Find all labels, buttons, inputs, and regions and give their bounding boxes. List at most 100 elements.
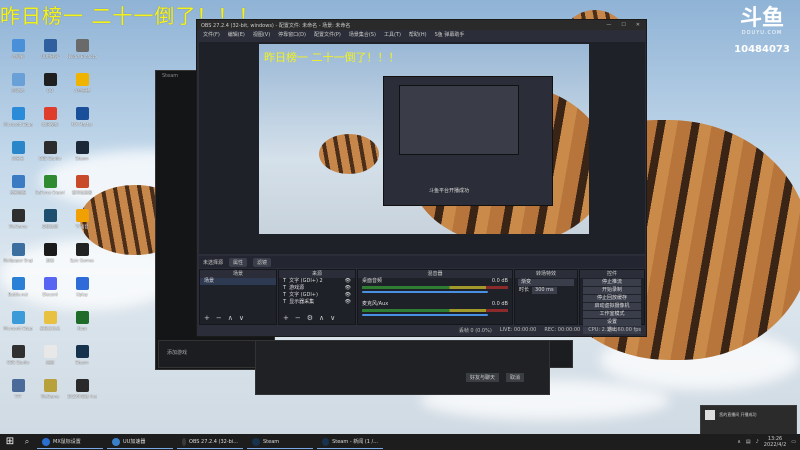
add-game-link[interactable]: 添加游戏 bbox=[167, 349, 187, 356]
desktop-icon[interactable]: Wallpaper Engine bbox=[2, 240, 34, 274]
source-item[interactable]: T 文字 (GDI+) 2 👁 bbox=[279, 278, 355, 285]
desktop-icon[interactable]: 新建文件夹 bbox=[34, 308, 66, 342]
scene-item[interactable]: 场景 bbox=[200, 278, 276, 285]
gear-icon[interactable]: ⚙ bbox=[307, 314, 313, 322]
network-icon[interactable]: ▤ bbox=[746, 439, 751, 445]
desktop-icon-label: Xbox bbox=[77, 326, 87, 331]
desktop-icon[interactable]: MX Master bbox=[66, 104, 98, 138]
desktop-icon[interactable]: YY语音 bbox=[66, 206, 98, 240]
menu-item[interactable]: 帮助(H) bbox=[409, 31, 427, 38]
notification-center-icon[interactable]: ▭ bbox=[791, 439, 796, 445]
desktop-icon[interactable]: WeGame bbox=[34, 376, 66, 410]
move-down-icon[interactable]: ∨ bbox=[239, 314, 244, 322]
filters-button[interactable]: 滤镜 bbox=[253, 257, 272, 267]
desktop-icon[interactable]: 2022年赛季 Instinct bbox=[66, 376, 98, 410]
app-icon bbox=[43, 379, 57, 392]
friends-chat-button[interactable]: 好友与聊天 bbox=[466, 373, 500, 382]
taskbar-app-label: MX鼠标设置 bbox=[53, 439, 81, 445]
obs-preview[interactable]: 昨日榜一 二十一倒了！！！ 斗鱼平台开播成功 bbox=[199, 42, 645, 254]
desktop-icon[interactable]: 剪映 bbox=[34, 240, 66, 274]
volume-slider[interactable] bbox=[362, 314, 488, 316]
control-button[interactable]: 停止推流 bbox=[583, 279, 641, 286]
app-icon bbox=[43, 141, 57, 154]
cancel-button[interactable]: 取消 bbox=[506, 373, 525, 382]
menu-item[interactable]: 配置文件(P) bbox=[314, 31, 341, 38]
desktop-icon[interactable]: Microsoft Edge bbox=[2, 308, 34, 342]
desktop-icon[interactable]: OBS Studio bbox=[2, 342, 34, 376]
desktop-icon[interactable]: TTT bbox=[2, 376, 34, 410]
source-item[interactable]: T 游戏源 👁 bbox=[279, 285, 355, 292]
desktop-icon[interactable]: 网易云 bbox=[2, 138, 34, 172]
desktop-icon[interactable]: 英雄联盟 bbox=[34, 206, 66, 240]
chevron-up-icon[interactable]: ∧ bbox=[737, 439, 741, 445]
menu-item[interactable]: 视图(V) bbox=[253, 31, 270, 38]
obs-window[interactable]: OBS 27.2.4 (32-bit, windows) - 配置文件: 未命名… bbox=[196, 19, 647, 337]
desktop-icon[interactable]: WeGame bbox=[2, 206, 34, 240]
desktop-icon[interactable]: Discord bbox=[34, 274, 66, 308]
desktop-icon[interactable]: 斗鱼直播 bbox=[66, 70, 98, 104]
menu-item[interactable]: S鱼 弹幕助手 bbox=[435, 31, 465, 38]
desktop-icon[interactable]: Xbox bbox=[66, 308, 98, 342]
desktop-icon[interactable]: Battle.net bbox=[2, 274, 34, 308]
menu-item[interactable]: 停靠窗口(D) bbox=[278, 31, 306, 38]
move-up-icon[interactable]: ∧ bbox=[228, 314, 233, 322]
desktop-icon[interactable]: Epic Games bbox=[66, 240, 98, 274]
windows-start-icon[interactable]: ⊞ bbox=[3, 435, 17, 449]
desktop-icon[interactable]: 此电脑 bbox=[2, 36, 34, 70]
taskbar-app[interactable]: MX鼠标设置 bbox=[37, 435, 103, 449]
source-item[interactable]: T 文字 (GDI+) 👁 bbox=[279, 292, 355, 299]
desktop-icon[interactable]: QQ bbox=[34, 70, 66, 104]
desktop-icon[interactable]: 回收站 bbox=[2, 70, 34, 104]
desktop-icon[interactable]: GeForce Experience bbox=[34, 172, 66, 206]
taskbar-app[interactable]: UU加速器 bbox=[107, 435, 173, 449]
desktop-icon[interactable]: 雷神加速器 bbox=[66, 172, 98, 206]
desktop-icon[interactable]: UU加速器 bbox=[34, 36, 66, 70]
visibility-icon[interactable]: 👁 bbox=[345, 285, 351, 292]
taskbar-app[interactable]: OBS 27.2.4 (32-bi... bbox=[177, 435, 243, 449]
clock[interactable]: 13:26 2022/4/2 bbox=[764, 436, 786, 448]
menu-item[interactable]: 场景集合(S) bbox=[349, 31, 376, 38]
taskbar-app[interactable]: Steam bbox=[247, 435, 313, 449]
desktop-icon[interactable]: 画图 bbox=[34, 342, 66, 376]
desktop-icon[interactable]: Nvidia Broadcast bbox=[66, 36, 98, 70]
steam-dialog[interactable]: 好友与聊天 取消 bbox=[255, 340, 550, 395]
remove-icon[interactable]: − bbox=[216, 314, 222, 322]
menu-item[interactable]: 工具(T) bbox=[384, 31, 401, 38]
toast-notification[interactable]: 您的直播间 开播成功 bbox=[700, 405, 797, 435]
volume-icon[interactable]: ♪ bbox=[756, 439, 759, 445]
visibility-icon[interactable]: 👁 bbox=[345, 299, 351, 306]
maximize-icon[interactable]: ☐ bbox=[621, 22, 625, 28]
menu-item[interactable]: 编辑(E) bbox=[228, 31, 245, 38]
desktop-icon[interactable]: 控制面板 bbox=[2, 172, 34, 206]
add-icon[interactable]: + bbox=[283, 314, 289, 322]
taskbar-app[interactable]: Steam - 新闻 (1 /... bbox=[317, 435, 383, 449]
add-icon[interactable]: + bbox=[204, 314, 210, 322]
scenes-dock-title: 场景 bbox=[200, 270, 276, 278]
source-item[interactable]: T 显示器采集 👁 bbox=[279, 299, 355, 306]
control-button[interactable]: 工作室模式 bbox=[583, 311, 641, 318]
visibility-icon[interactable]: 👁 bbox=[345, 292, 351, 299]
volume-slider[interactable] bbox=[362, 291, 488, 293]
desktop-icon[interactable]: Steam bbox=[66, 342, 98, 376]
desktop-icon[interactable]: 腾讯视频 bbox=[34, 104, 66, 138]
move-up-icon[interactable]: ∧ bbox=[319, 314, 324, 322]
desktop-icon[interactable]: OBS Studio bbox=[34, 138, 66, 172]
obs-menu-bar: 文件(F) 编辑(E) 视图(V) 停靠窗口(D) 配置文件(P) 场景集合(S) 工具(T… bbox=[197, 30, 646, 39]
move-down-icon[interactable]: ∨ bbox=[330, 314, 335, 322]
transition-select[interactable]: 渐变 bbox=[518, 279, 574, 286]
app-icon bbox=[182, 437, 187, 446]
desktop-icon[interactable]: Microsoft Edge bbox=[2, 104, 34, 138]
visibility-icon[interactable]: 👁 bbox=[345, 278, 351, 285]
control-button[interactable]: 启动虚拟摄像机 bbox=[583, 303, 641, 310]
search-icon[interactable]: ⌕ bbox=[21, 437, 33, 447]
desktop-icon[interactable]: Steam bbox=[66, 138, 98, 172]
properties-button[interactable]: 属性 bbox=[229, 257, 248, 267]
menu-item[interactable]: 文件(F) bbox=[203, 31, 220, 38]
control-button[interactable]: 开始录制 bbox=[583, 287, 641, 294]
desktop-icon[interactable]: Uplay bbox=[66, 274, 98, 308]
minimize-icon[interactable]: — bbox=[606, 22, 611, 28]
duration-field[interactable]: 300 ms bbox=[532, 287, 557, 294]
control-button[interactable]: 停止回放缓存 bbox=[583, 295, 641, 302]
remove-icon[interactable]: − bbox=[295, 314, 301, 322]
close-icon[interactable]: ✕ bbox=[636, 22, 640, 28]
